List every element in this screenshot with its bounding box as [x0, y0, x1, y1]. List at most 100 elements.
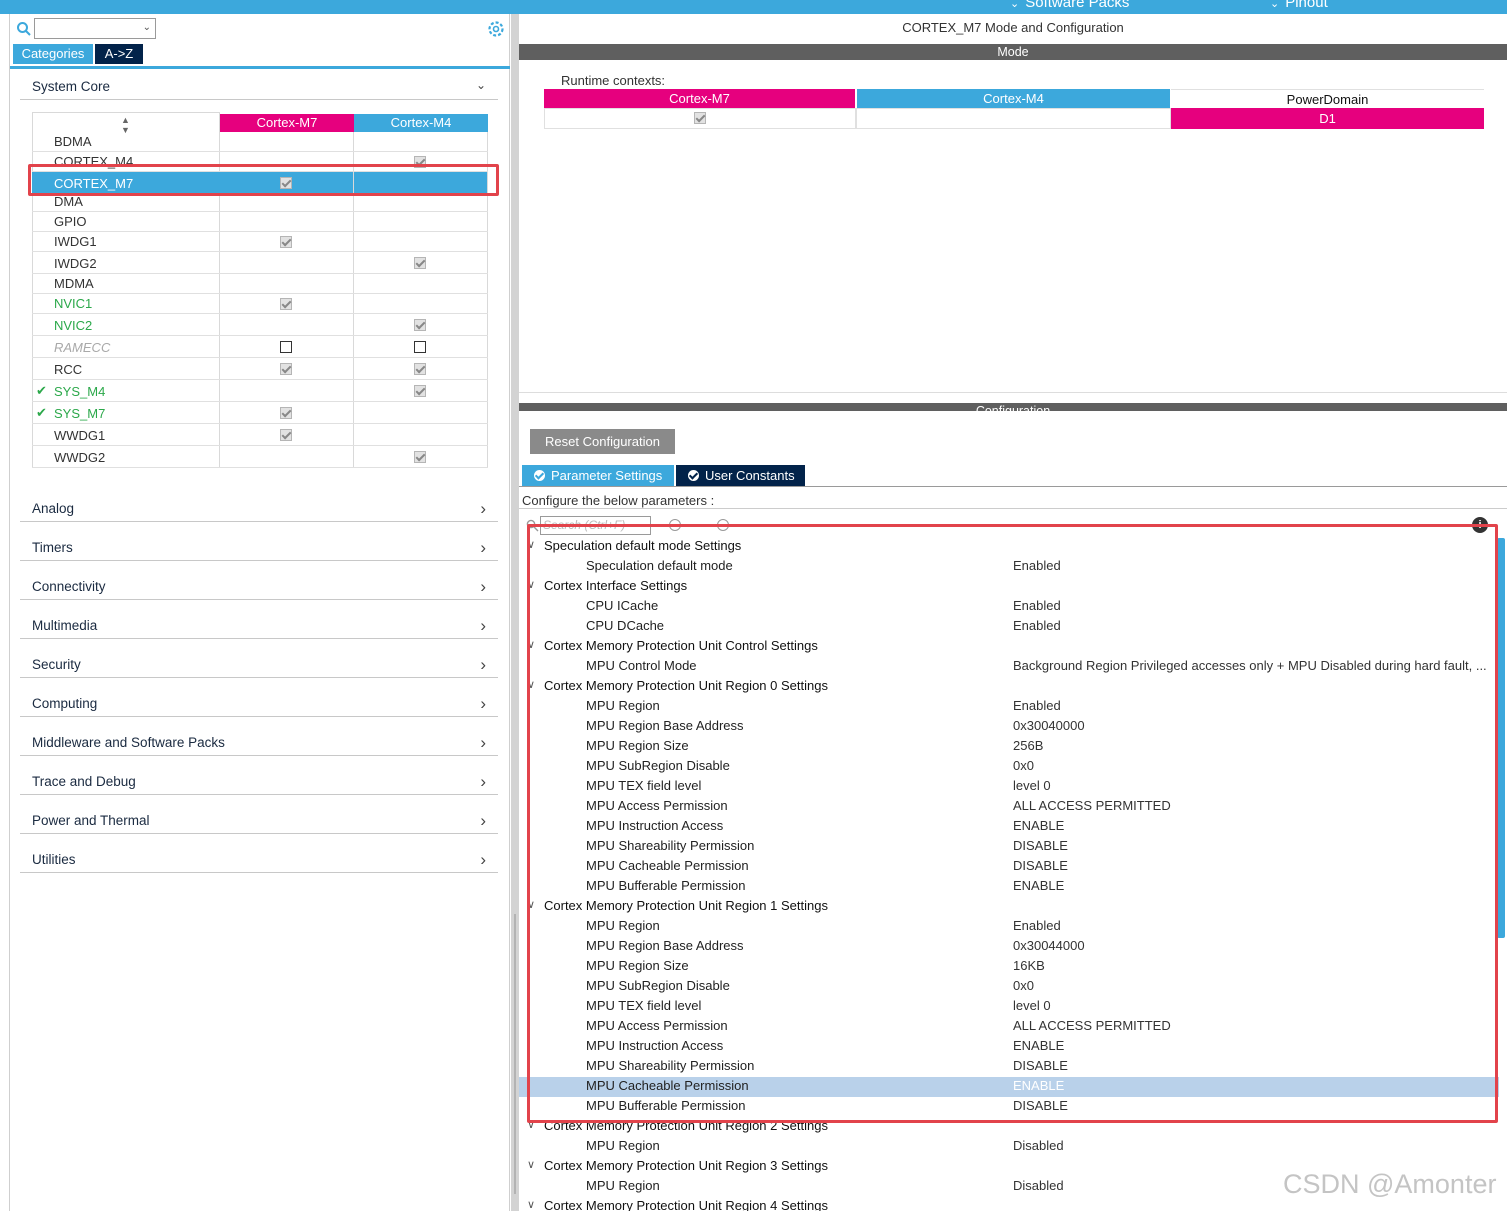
- context-cell-m7[interactable]: [220, 194, 354, 211]
- category-system-core[interactable]: System Core ⌄: [20, 70, 498, 100]
- peripheral-name-cell[interactable]: ✔ SYS_M4: [32, 380, 220, 401]
- chevron-right-icon[interactable]: ›: [480, 694, 486, 714]
- context-cell-m7[interactable]: [220, 358, 354, 379]
- splitter-grip[interactable]: [514, 914, 516, 1194]
- context-checkbox-m4[interactable]: [414, 319, 426, 331]
- context-checkbox-m4[interactable]: [414, 451, 426, 463]
- context-checkbox-m4[interactable]: [414, 257, 426, 269]
- context-cell-m4[interactable]: [354, 358, 488, 379]
- peripheral-name-cell[interactable]: BDMA: [32, 132, 220, 151]
- context-cell-m4[interactable]: [354, 232, 488, 251]
- peripheral-row-sys-m7[interactable]: ✔ SYS_M7: [32, 402, 488, 424]
- runtime-m4-cell[interactable]: [856, 108, 1171, 129]
- peripheral-name-cell[interactable]: IWDG1: [32, 232, 220, 251]
- tab-pinout[interactable]: ⌄ Pinout: [1270, 0, 1328, 11]
- context-cell-m7[interactable]: [220, 252, 354, 273]
- chevron-right-icon[interactable]: ›: [480, 811, 486, 831]
- sort-header[interactable]: ▲ ▼: [32, 112, 220, 135]
- category-utilities[interactable]: Utilities ›: [20, 843, 498, 873]
- context-cell-m4[interactable]: [354, 314, 488, 335]
- peripheral-row-rcc[interactable]: RCC: [32, 358, 488, 380]
- category-middleware-and-software-packs[interactable]: Middleware and Software Packs ›: [20, 726, 498, 756]
- context-cell-m7[interactable]: [220, 132, 354, 151]
- peripheral-name-cell[interactable]: WWDG2: [32, 446, 220, 467]
- context-cell-m7[interactable]: [220, 274, 354, 293]
- reset-configuration-button[interactable]: Reset Configuration: [530, 429, 675, 454]
- context-checkbox-m7[interactable]: [280, 236, 292, 248]
- peripheral-row-bdma[interactable]: BDMA: [32, 132, 488, 152]
- categories-toggle[interactable]: Categories: [13, 44, 93, 64]
- context-cell-m4[interactable]: [354, 132, 488, 151]
- context-cell-m7[interactable]: [220, 402, 354, 423]
- parameter-value[interactable]: Disabled: [1013, 1138, 1064, 1153]
- peripheral-row-mdma[interactable]: MDMA: [32, 274, 488, 294]
- gear-icon[interactable]: [487, 20, 505, 38]
- peripheral-row-nvic1[interactable]: NVIC1: [32, 294, 488, 314]
- context-checkbox-m4[interactable]: [414, 341, 426, 353]
- chevron-down-icon[interactable]: ∨: [527, 1158, 535, 1171]
- context-cell-m7[interactable]: [220, 294, 354, 313]
- category-security[interactable]: Security ›: [20, 648, 498, 678]
- chevron-right-icon[interactable]: ›: [480, 616, 486, 636]
- chevron-right-icon[interactable]: ›: [480, 772, 486, 792]
- category-multimedia[interactable]: Multimedia ›: [20, 609, 498, 639]
- context-checkbox-m7[interactable]: [280, 363, 292, 375]
- category-trace-and-debug[interactable]: Trace and Debug ›: [20, 765, 498, 795]
- context-cell-m4[interactable]: [354, 294, 488, 313]
- context-cell-m7[interactable]: [220, 212, 354, 231]
- chevron-down-icon[interactable]: ∨: [527, 1198, 535, 1211]
- context-cell-m4[interactable]: [354, 212, 488, 231]
- context-checkbox-m7[interactable]: [280, 407, 292, 419]
- context-cell-m4[interactable]: [354, 446, 488, 467]
- category-connectivity[interactable]: Connectivity ›: [20, 570, 498, 600]
- search-icon[interactable]: [16, 21, 32, 37]
- runtime-m7-checkbox[interactable]: [694, 112, 706, 124]
- peripheral-name-cell[interactable]: IWDG2: [32, 252, 220, 273]
- context-cell-m7[interactable]: [220, 314, 354, 335]
- powerdomain-value[interactable]: D1: [1171, 108, 1484, 129]
- context-cell-m7[interactable]: [220, 232, 354, 251]
- category-power-and-thermal[interactable]: Power and Thermal ›: [20, 804, 498, 834]
- panel-splitter[interactable]: [511, 14, 519, 1211]
- peripheral-name-cell[interactable]: DMA: [32, 194, 220, 211]
- peripheral-row-ramecc[interactable]: RAMECC: [32, 336, 488, 358]
- chevron-right-icon[interactable]: ›: [480, 577, 486, 597]
- chevron-down-icon[interactable]: ⌄: [143, 22, 151, 33]
- context-cell-m7[interactable]: [220, 446, 354, 467]
- peripheral-name-cell[interactable]: RAMECC: [32, 336, 220, 357]
- peripheral-name-cell[interactable]: GPIO: [32, 212, 220, 231]
- chevron-right-icon[interactable]: ›: [480, 733, 486, 753]
- context-cell-m7[interactable]: [220, 336, 354, 357]
- context-checkbox-m7[interactable]: [280, 341, 292, 353]
- chevron-right-icon[interactable]: ›: [480, 499, 486, 519]
- peripheral-row-sys-m4[interactable]: ✔ SYS_M4: [32, 380, 488, 402]
- parameter-row[interactable]: MPU Region Disabled: [519, 1137, 1499, 1157]
- peripheral-row-nvic2[interactable]: NVIC2: [32, 314, 488, 336]
- category-computing[interactable]: Computing ›: [20, 687, 498, 717]
- context-cell-m4[interactable]: [354, 402, 488, 423]
- context-checkbox-m4[interactable]: [414, 385, 426, 397]
- peripheral-name-cell[interactable]: ✔ SYS_M7: [32, 402, 220, 423]
- tab-parameter-settings[interactable]: Parameter Settings: [522, 465, 674, 486]
- context-checkbox-m7[interactable]: [280, 429, 292, 441]
- context-cell-m7[interactable]: [220, 424, 354, 445]
- peripheral-row-dma[interactable]: DMA: [32, 194, 488, 212]
- peripheral-row-iwdg1[interactable]: IWDG1: [32, 232, 488, 252]
- peripheral-name-cell[interactable]: NVIC2: [32, 314, 220, 335]
- chevron-down-icon[interactable]: ⌄: [476, 78, 486, 92]
- peripheral-name-cell[interactable]: NVIC1: [32, 294, 220, 313]
- az-toggle[interactable]: A->Z: [95, 44, 143, 64]
- search-combo-box[interactable]: ⌄: [34, 18, 156, 39]
- peripheral-row-wwdg2[interactable]: WWDG2: [32, 446, 488, 468]
- context-cell-m4[interactable]: [354, 424, 488, 445]
- peripheral-row-wwdg1[interactable]: WWDG1: [32, 424, 488, 446]
- peripheral-name-cell[interactable]: MDMA: [32, 274, 220, 293]
- category-timers[interactable]: Timers ›: [20, 531, 498, 561]
- context-checkbox-m4[interactable]: [414, 363, 426, 375]
- runtime-m7-cell[interactable]: [544, 108, 856, 129]
- context-cell-m4[interactable]: [354, 194, 488, 211]
- peripheral-row-gpio[interactable]: GPIO: [32, 212, 488, 232]
- context-cell-m4[interactable]: [354, 252, 488, 273]
- chevron-right-icon[interactable]: ›: [480, 850, 486, 870]
- tab-user-constants[interactable]: User Constants: [676, 465, 805, 486]
